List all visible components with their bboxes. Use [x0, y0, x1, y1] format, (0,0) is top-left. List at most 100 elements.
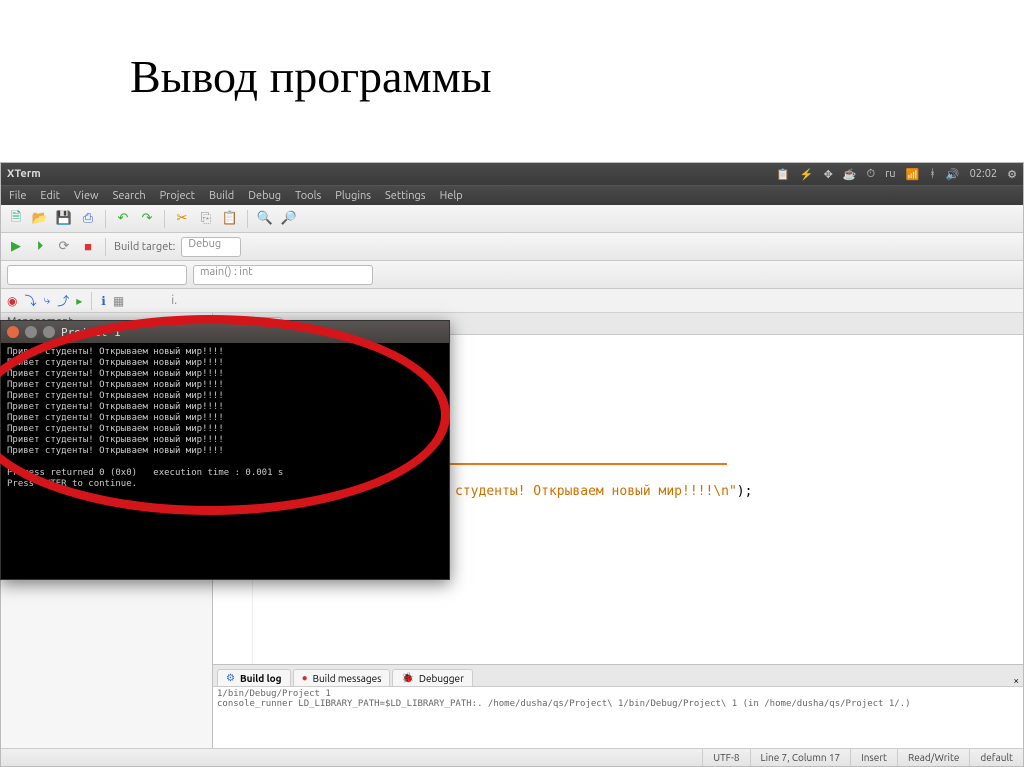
- status-profile[interactable]: default: [969, 749, 1023, 766]
- speed-icon[interactable]: ⏱: [867, 168, 876, 181]
- undo-icon[interactable]: ↶: [114, 210, 132, 228]
- menu-search[interactable]: Search: [113, 190, 146, 202]
- output-line: Привет студенты! Открываем новый мир!!!!: [7, 391, 224, 401]
- menu-file[interactable]: File: [9, 190, 26, 202]
- tab-label: Build log: [240, 673, 282, 684]
- divider-line: [427, 463, 727, 465]
- break-icon[interactable]: ◉: [7, 294, 17, 308]
- xterm-titlebar[interactable]: Project 1: [1, 321, 449, 343]
- window-maximize-icon[interactable]: [43, 326, 55, 338]
- replace-icon[interactable]: 🔎: [280, 210, 298, 228]
- toolbar-separator: [247, 210, 248, 228]
- menu-view[interactable]: View: [74, 190, 99, 202]
- slide-title: Вывод программы: [0, 0, 1024, 133]
- paste-icon[interactable]: 📋: [221, 210, 239, 228]
- panel-close-icon[interactable]: ×: [1013, 675, 1019, 686]
- bug-icon: 🐞: [401, 672, 413, 684]
- clipboard-icon[interactable]: 📋: [776, 168, 790, 181]
- system-menubar: XTerm 📋 ⚡ ✥ ☕ ⏱ ru 📶 ᚼ 🔊 02:02 ⚙: [1, 163, 1023, 185]
- log-panel: ⚙ Build log ● Build messages 🐞 Debugger × 1…: [213, 664, 1023, 748]
- status-insert[interactable]: Insert: [850, 749, 897, 766]
- menu-tools[interactable]: Tools: [295, 190, 321, 202]
- tab-debugger[interactable]: 🐞 Debugger: [392, 669, 472, 686]
- tab-build-messages[interactable]: ● Build messages: [293, 669, 391, 686]
- copy-icon[interactable]: ⎘: [197, 210, 215, 228]
- tab-label: Debugger: [419, 673, 464, 684]
- run-cursor-icon[interactable]: ▸: [76, 294, 82, 308]
- scope-function-select[interactable]: main() : int: [193, 265, 373, 285]
- output-line: Привет студенты! Открываем новый мир!!!!: [7, 380, 224, 390]
- output-line: Привет студенты! Открываем новый мир!!!!: [7, 369, 224, 379]
- menu-plugins[interactable]: Plugins: [335, 190, 371, 202]
- output-line: Привет студенты! Открываем новый мир!!!!: [7, 435, 224, 445]
- cup-icon[interactable]: ☕: [843, 168, 857, 181]
- menu-project[interactable]: Project: [160, 190, 195, 202]
- log-line: 1/bin/Debug/Project 1: [217, 689, 1019, 699]
- open-file-icon[interactable]: 📂: [31, 210, 49, 228]
- toolbar-main: 🗎 📂 💾 ⎙ ↶ ↷ ✂ ⎘ 📋 🔍 🔎: [1, 205, 1023, 233]
- window-close-icon[interactable]: [7, 326, 19, 338]
- status-linecol: Line 7, Column 17: [750, 749, 851, 766]
- volume-icon[interactable]: 🔊: [946, 168, 960, 181]
- gear-icon[interactable]: ⚙: [1007, 168, 1017, 181]
- bluetooth-icon[interactable]: ᚼ: [929, 168, 936, 180]
- step-icon[interactable]: ⤵: [24, 292, 36, 309]
- build-log-output[interactable]: 1/bin/Debug/Project 1 console_runner LD_…: [213, 687, 1023, 748]
- output-line: Привет студенты! Открываем новый мир!!!!: [7, 446, 224, 456]
- save-all-icon[interactable]: ⎙: [79, 210, 97, 228]
- system-tray: 📋 ⚡ ✥ ☕ ⏱ ru 📶 ᚼ 🔊 02:02 ⚙: [776, 168, 1017, 181]
- toolbar-scope: main() : int: [1, 261, 1023, 289]
- battery-icon[interactable]: ⚡: [800, 168, 814, 181]
- status-encoding[interactable]: UTF-8: [702, 749, 749, 766]
- toolbar-separator: [164, 210, 165, 228]
- wifi-icon[interactable]: 📶: [906, 168, 920, 181]
- redo-icon[interactable]: ↷: [138, 210, 156, 228]
- run-icon[interactable]: ▶: [7, 238, 25, 256]
- gear-icon: ⚙: [226, 672, 235, 684]
- menu-help[interactable]: Help: [440, 190, 463, 202]
- lang-indicator[interactable]: ru: [885, 168, 895, 180]
- output-line: Привет студенты! Открываем новый мир!!!!: [7, 402, 224, 412]
- save-icon[interactable]: 💾: [55, 210, 73, 228]
- scope-namespace-select[interactable]: [7, 265, 187, 285]
- window-minimize-icon[interactable]: [25, 326, 37, 338]
- xterm-output[interactable]: Привет студенты! Открываем новый мир!!!!…: [1, 343, 449, 494]
- info-icon[interactable]: ℹ: [101, 294, 106, 308]
- build-target-select[interactable]: Debug: [181, 237, 241, 257]
- error-icon: ●: [302, 672, 308, 684]
- log-tabs: ⚙ Build log ● Build messages 🐞 Debugger ×: [213, 665, 1023, 687]
- clock[interactable]: 02:02: [970, 168, 998, 180]
- build-run-icon[interactable]: ⏵: [31, 238, 49, 256]
- step-out-icon[interactable]: ⤴: [57, 292, 69, 309]
- xterm-title: Project 1: [61, 326, 121, 339]
- output-line: Привет студенты! Открываем новый мир!!!!: [7, 424, 224, 434]
- toolbar-build: ▶ ⏵ ⟳ ■ Build target: Debug: [1, 233, 1023, 261]
- mini-toolbar: ◉ ⤵ ⤷ ⤴ ▸ ℹ ▦ i.: [1, 289, 1023, 313]
- menu-edit[interactable]: Edit: [40, 190, 60, 202]
- app-indicator: XTerm: [7, 168, 41, 180]
- dropbox-icon[interactable]: ✥: [824, 168, 833, 181]
- log-line: console_runner LD_LIBRARY_PATH=$LD_LIBRA…: [217, 699, 1019, 709]
- find-icon[interactable]: 🔍: [256, 210, 274, 228]
- tab-label: Build messages: [313, 673, 382, 684]
- output-return: Process returned 0 (0x0) execution time …: [7, 468, 283, 478]
- status-bar: UTF-8 Line 7, Column 17 Insert Read/Writ…: [1, 748, 1023, 766]
- tab-build-log[interactable]: ⚙ Build log: [217, 669, 291, 686]
- marker-icon[interactable]: i.: [171, 294, 177, 307]
- step-over-icon[interactable]: ⤷: [44, 294, 51, 308]
- menu-settings[interactable]: Settings: [385, 190, 426, 202]
- output-line: Привет студенты! Открываем новый мир!!!!: [7, 358, 224, 368]
- menu-debug[interactable]: Debug: [248, 190, 281, 202]
- new-file-icon[interactable]: 🗎: [7, 210, 25, 228]
- status-rw: Read/Write: [897, 749, 969, 766]
- output-line: Привет студенты! Открываем новый мир!!!!: [7, 413, 224, 423]
- toolbar-separator: [91, 292, 92, 310]
- menu-build[interactable]: Build: [209, 190, 234, 202]
- chart-icon[interactable]: ▦: [113, 294, 124, 308]
- rebuild-icon[interactable]: ⟳: [55, 238, 73, 256]
- output-line: Привет студенты! Открываем новый мир!!!!: [7, 347, 224, 357]
- xterm-window[interactable]: Project 1 Привет студенты! Открываем нов…: [0, 320, 450, 580]
- stop-icon[interactable]: ■: [79, 238, 97, 256]
- toolbar-separator: [105, 210, 106, 228]
- cut-icon[interactable]: ✂: [173, 210, 191, 228]
